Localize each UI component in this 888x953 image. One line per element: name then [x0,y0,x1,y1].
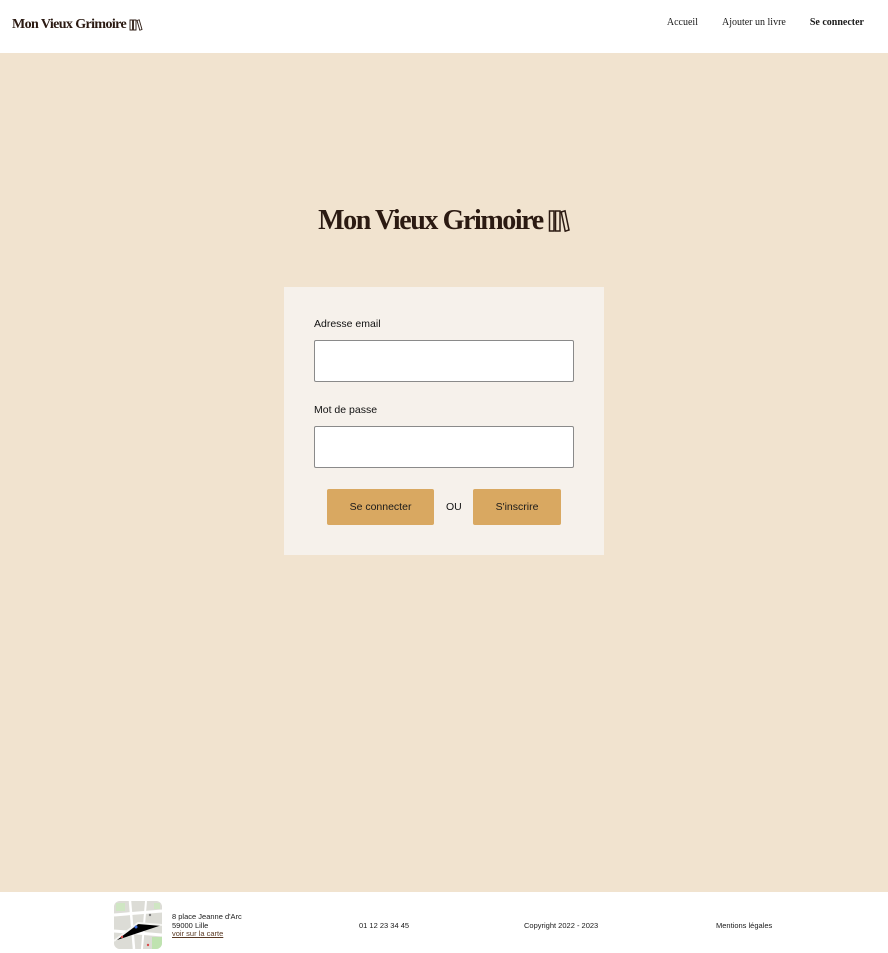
top-header: Mon Vieux Grimoire Accueil Ajouter un li… [0,0,888,53]
login-card: Adresse email Mot de passe Se connecter … [284,287,604,555]
map-link[interactable]: voir sur la carte [172,929,223,938]
brand-name: Mon Vieux Grimoire [12,17,127,32]
password-label: Mot de passe [314,404,378,416]
footer-address: 8 place Jeanne d'Arc 59000 Lille voir su… [172,912,242,939]
book-icon [129,19,143,31]
signup-button[interactable]: S'inscrire [473,489,561,525]
nav-se-connecter[interactable]: Se connecter [810,17,864,28]
footer: 8 place Jeanne d'Arc 59000 Lille voir su… [0,892,888,953]
or-separator: OU [446,501,462,513]
main-nav: Accueil Ajouter un livre Se connecter [667,17,864,28]
footer-copyright: Copyright 2022 - 2023 [524,921,599,930]
book-icon [548,209,570,233]
nav-accueil[interactable]: Accueil [667,17,698,28]
map-icon [114,901,162,949]
map-thumbnail[interactable] [114,901,162,949]
email-label: Adresse email [314,318,381,330]
brand-logo[interactable]: Mon Vieux Grimoire [12,17,143,33]
email-field[interactable] [314,340,574,382]
nav-ajouter-livre[interactable]: Ajouter un livre [722,17,786,28]
hero-title: Mon Vieux Grimoire [318,205,544,236]
hero-logo: Mon Vieux Grimoire [0,205,888,237]
login-button[interactable]: Se connecter [327,489,434,525]
footer-phone: 01 12 23 34 45 [359,921,410,930]
password-field[interactable] [314,426,574,468]
legal-link[interactable]: Mentions légales [716,921,772,930]
